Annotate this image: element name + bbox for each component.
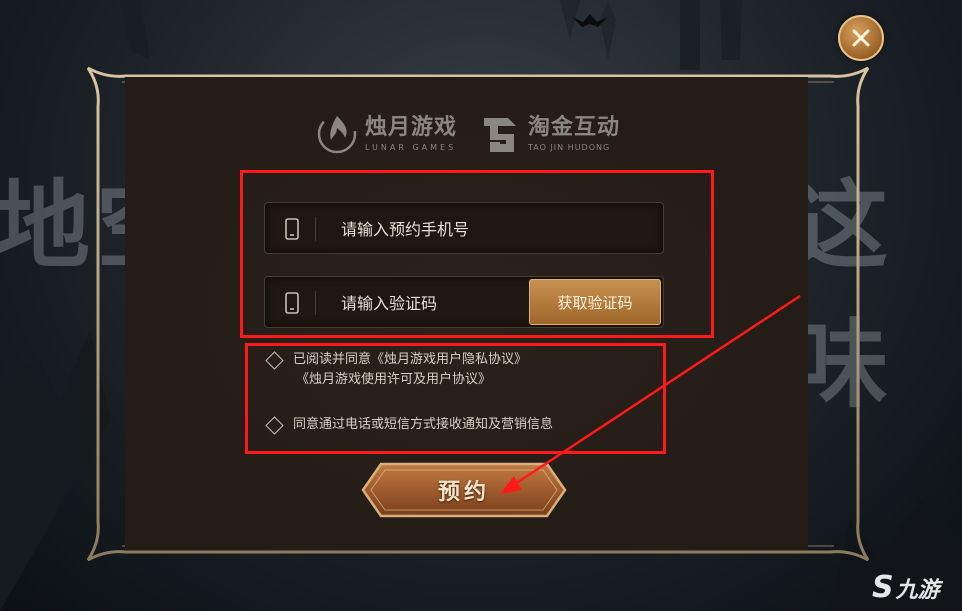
reserve-button[interactable]: 预约 <box>361 460 567 520</box>
taojin-logo: 淘金互动 TAO JIN HUDONG <box>480 112 620 156</box>
privacy-checkbox[interactable] <box>265 351 284 370</box>
close-icon <box>852 29 870 47</box>
lunar-games-logo: 烛月游戏 LUNAR GAMES <box>315 112 457 156</box>
privacy-agreement-line1[interactable]: 已阅读并同意《烛月游戏用户隐私协议》 <box>293 350 527 370</box>
flame-moon-icon <box>317 114 357 154</box>
taojin-logo-cn: 淘金互动 <box>528 114 621 140</box>
marketing-checkbox[interactable] <box>265 416 284 435</box>
watermark: S 九游 <box>872 570 940 605</box>
logo-row: 烛月游戏 LUNAR GAMES 淘金互动 TAO JIN HUDONG <box>0 112 962 162</box>
watermark-text: 九游 <box>895 577 940 603</box>
close-button[interactable] <box>838 15 884 61</box>
lunar-logo-en: LUNAR GAMES <box>365 142 457 152</box>
taojin-logo-en: TAO JIN HUDONG <box>528 142 611 152</box>
privacy-agreement-line2[interactable]: 《烛月游戏使用许可及用户协议》 <box>296 370 527 390</box>
bat-icon <box>572 14 608 27</box>
taojin-logo-icon <box>484 118 516 152</box>
watermark-logo: S <box>872 570 894 605</box>
marketing-agreement-label: 同意通过电话或短信方式接收通知及营销信息 <box>293 417 554 432</box>
privacy-agreement: 已阅读并同意《烛月游戏用户隐私协议》 《烛月游戏使用许可及用户协议》 <box>264 350 527 390</box>
reserve-button-label: 预约 <box>437 480 490 505</box>
highlight-box-inputs <box>240 170 714 338</box>
marketing-agreement: 同意通过电话或短信方式接收通知及营销信息 <box>264 415 553 435</box>
lunar-logo-cn: 烛月游戏 <box>365 114 458 140</box>
